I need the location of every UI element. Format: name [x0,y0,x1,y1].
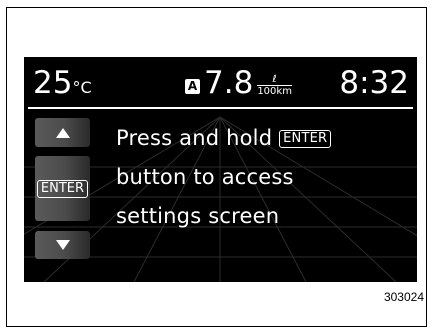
figure-number: 303024 [383,290,424,304]
instruction-message: Press and hold ENTER button to access se… [116,119,412,236]
triangle-up-icon [55,127,70,138]
message-line-3: settings screen [116,204,280,228]
enter-button[interactable]: ENTER [35,156,90,221]
fuel-economy-value: 7.8 [204,65,254,101]
fuel-unit-denominator: 100km [257,85,292,97]
message-line-1-text: Press and hold [116,126,280,150]
fuel-economy: A 7.8 ℓ 100km [185,66,292,100]
temperature-value: 25 [33,65,73,101]
triangle-down-icon [55,240,70,250]
status-bar: 25°C A 7.8 ℓ 100km 8:32 [24,57,417,109]
down-button[interactable] [35,231,90,259]
outside-temperature: 25°C [33,66,92,105]
message-line-1: Press and hold ENTER [116,119,412,158]
temperature-unit: °C [72,78,92,97]
fuel-unit-numerator: ℓ [272,74,277,85]
fuel-mode-badge: A [185,78,200,94]
clock: 8:32 [339,65,409,101]
fuel-economy-unit: ℓ 100km [257,75,292,97]
inline-enter-key: ENTER [279,130,332,148]
display-screen: 25°C A 7.8 ℓ 100km 8:32 ENTER Press and … [24,57,417,282]
message-line-2: button to access [116,165,294,189]
status-divider [28,107,413,109]
enter-key-label: ENTER [36,179,89,198]
up-button[interactable] [35,118,90,147]
